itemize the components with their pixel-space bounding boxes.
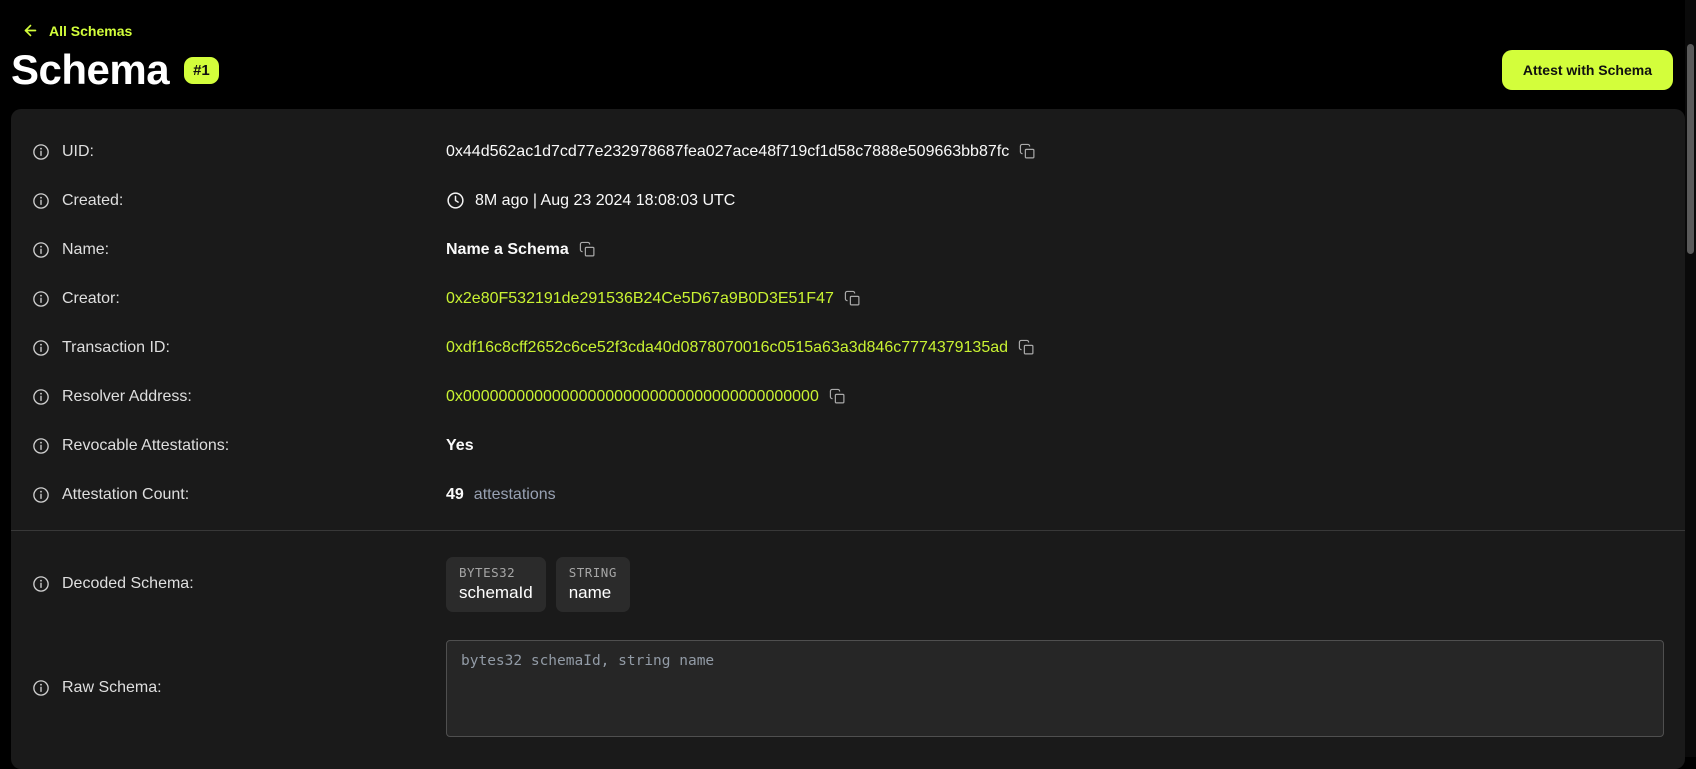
info-icon[interactable] [32,486,50,504]
row-label-uid: UID: [32,143,446,161]
revocable-value-group: Yes [446,437,474,455]
label-text: Created: [62,192,123,210]
copy-icon[interactable] [579,241,596,258]
field-name: schemaId [459,583,533,603]
transaction-id-link[interactable]: 0xdf16c8cff2652c6ce52f3cda40d0878070016c… [446,339,1008,357]
attestations-link[interactable]: attestations [474,486,556,504]
arrow-left-icon [22,22,39,39]
attestation-count-value-group: 49 attestations [446,486,556,504]
label-text: Name: [62,241,109,259]
schema-detail-page: All Schemas Schema #1 Attest with Schema… [0,0,1696,769]
label-text: Transaction ID: [62,339,170,357]
created-value: 8M ago | Aug 23 2024 18:08:03 UTC [475,192,735,210]
detail-row-name: Name: Name a Schema [11,225,1685,274]
info-icon[interactable] [32,679,50,697]
back-link-label: All Schemas [49,23,132,39]
detail-row-resolver-address: Resolver Address: 0x00000000000000000000… [11,372,1685,421]
clock-icon [446,191,465,210]
row-label-creator: Creator: [32,290,446,308]
label-text: Raw Schema: [62,679,162,697]
detail-row-attestation-count: Attestation Count: 49 attestations [11,470,1685,519]
label-text: Resolver Address: [62,388,192,406]
label-text: Decoded Schema: [62,575,194,593]
row-label-attestation-count: Attestation Count: [32,486,446,504]
copy-icon[interactable] [1019,143,1036,160]
page-scrollbar[interactable] [1685,0,1696,757]
info-icon[interactable] [32,192,50,210]
name-value: Name a Schema [446,241,569,259]
attestation-count-value: 49 [446,486,464,504]
info-icon[interactable] [32,575,50,593]
decoded-schema-fields: BYTES32 schemaId STRING name [446,557,630,612]
resolver-address-value-group: 0x00000000000000000000000000000000000000… [446,388,846,406]
info-icon[interactable] [32,241,50,259]
detail-row-transaction-id: Transaction ID: 0xdf16c8cff2652c6ce52f3c… [11,323,1685,372]
detail-row-created: Created: 8M ago | Aug 23 2024 18:08:03 U… [11,176,1685,225]
transaction-id-value-group: 0xdf16c8cff2652c6ce52f3cda40d0878070016c… [446,339,1035,357]
label-text: Attestation Count: [62,486,189,504]
label-text: Revocable Attestations: [62,437,229,455]
row-label-revocable: Revocable Attestations: [32,437,446,455]
row-label-created: Created: [32,192,446,210]
resolver-address-link[interactable]: 0x00000000000000000000000000000000000000… [446,388,819,406]
row-label-decoded-schema: Decoded Schema: [32,575,446,593]
title-row: Schema #1 Attest with Schema [11,45,1685,109]
info-icon[interactable] [32,388,50,406]
section-divider [11,530,1685,531]
detail-row-revocable: Revocable Attestations: Yes [11,421,1685,470]
row-label-name: Name: [32,241,446,259]
creator-value-group: 0x2e80F532191de291536B24Ce5D67a9B0D3E51F… [446,290,861,308]
field-type: BYTES32 [459,565,533,580]
created-value-group: 8M ago | Aug 23 2024 18:08:03 UTC [446,191,735,210]
title-group: Schema #1 [11,47,219,93]
page-title: Schema [11,47,169,93]
decoded-schema-section: Decoded Schema: BYTES32 schemaId STRING … [11,541,1685,627]
attest-with-schema-button[interactable]: Attest with Schema [1502,50,1673,90]
info-icon[interactable] [32,437,50,455]
detail-row-uid: UID: 0x44d562ac1d7cd77e232978687fea027ac… [11,127,1685,176]
creator-address-link[interactable]: 0x2e80F532191de291536B24Ce5D67a9B0D3E51F… [446,290,834,308]
detail-row-creator: Creator: 0x2e80F532191de291536B24Ce5D67a… [11,274,1685,323]
schema-details-card: UID: 0x44d562ac1d7cd77e232978687fea027ac… [11,109,1685,769]
name-value-group: Name a Schema [446,241,596,259]
field-type: STRING [569,565,617,580]
copy-icon[interactable] [829,388,846,405]
field-name: name [569,583,617,603]
label-text: UID: [62,143,94,161]
schema-field-chip: BYTES32 schemaId [446,557,546,612]
row-label-resolver-address: Resolver Address: [32,388,446,406]
copy-icon[interactable] [844,290,861,307]
row-label-transaction-id: Transaction ID: [32,339,446,357]
scrollbar-thumb[interactable] [1687,44,1694,254]
uid-value: 0x44d562ac1d7cd77e232978687fea027ace48f7… [446,143,1009,161]
info-icon[interactable] [32,339,50,357]
label-text: Creator: [62,290,120,308]
copy-icon[interactable] [1018,339,1035,356]
raw-schema-textarea[interactable]: bytes32 schemaId, string name [446,640,1664,737]
raw-schema-section: Raw Schema: bytes32 schemaId, string nam… [11,627,1685,749]
row-label-raw-schema: Raw Schema: [32,679,446,697]
uid-value-group: 0x44d562ac1d7cd77e232978687fea027ace48f7… [446,143,1036,161]
info-icon[interactable] [32,290,50,308]
schema-field-chip: STRING name [556,557,630,612]
back-to-all-schemas-link[interactable]: All Schemas [22,22,132,39]
revocable-value: Yes [446,437,474,455]
info-icon[interactable] [32,143,50,161]
schema-number-badge: #1 [184,57,219,84]
